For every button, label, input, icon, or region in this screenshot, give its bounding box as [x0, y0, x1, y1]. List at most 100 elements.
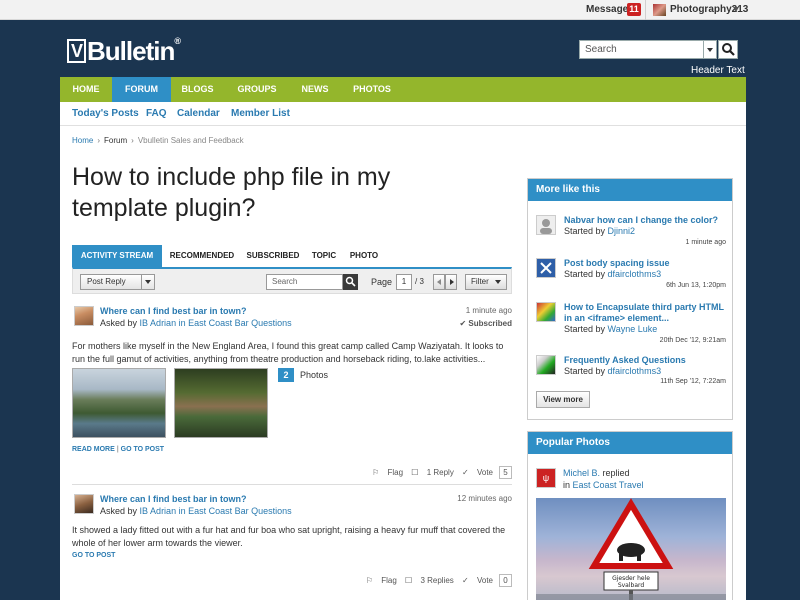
chevron-down-icon[interactable] [141, 275, 154, 289]
tab-news[interactable]: NEWS [290, 77, 340, 102]
thread-starter: Started by Djinni2 [564, 226, 635, 236]
user-avatar[interactable] [653, 4, 666, 16]
tab-activity-stream[interactable]: ACTIVITY STREAM [72, 245, 162, 267]
tab-topic[interactable]: TOPIC [304, 245, 344, 267]
site-logo[interactable]: V Bulletin® [67, 36, 181, 67]
post-divider [72, 484, 512, 485]
view-more-button[interactable]: View more [536, 391, 590, 408]
search-icon [345, 276, 356, 287]
vote-label: Vote [476, 468, 493, 477]
flag-button[interactable]: ⚐ Flag [372, 468, 403, 477]
chevron-down-icon[interactable] [733, 7, 739, 12]
started-by-label: Started by [564, 366, 606, 376]
post-author-line: Asked by IB Adrian in East Coast Bar Que… [100, 506, 292, 516]
messages-count-badge[interactable]: 11 [627, 3, 641, 16]
post-author-line: Asked by IB Adrian in East Coast Bar Que… [100, 318, 292, 328]
read-more-link[interactable]: READ MORE [72, 446, 115, 453]
page-title: How to include php file in my template p… [72, 163, 391, 222]
thread-starter: Started by Wayne Luke [564, 324, 657, 334]
tab-groups[interactable]: GROUPS [224, 77, 290, 102]
vbulletin-emblem-icon [540, 262, 552, 274]
avatar[interactable] [536, 355, 556, 375]
flag-button[interactable]: ⚐ Flag [366, 576, 397, 585]
avatar[interactable] [536, 302, 556, 322]
popular-photo[interactable]: Gjesder hele Svalbard [536, 498, 726, 600]
vote-count: 5 [499, 466, 512, 479]
avatar[interactable] [536, 215, 556, 235]
avatar[interactable] [74, 306, 94, 326]
stream-toolbar: Post Reply Search Page 1 / 3 Filter [72, 267, 512, 294]
go-to-post-link[interactable]: GO TO POST [72, 552, 115, 559]
flag-label: Flag [387, 468, 404, 477]
photo-user-link[interactable]: Michel B. [563, 468, 600, 478]
filter-button[interactable]: Filter [465, 274, 507, 290]
stream-search-input[interactable]: Search [266, 274, 343, 290]
widget-title: Popular Photos [528, 432, 732, 454]
topbar-divider [645, 0, 646, 20]
tab-forum[interactable]: FORUM [112, 77, 171, 102]
tab-subscribed[interactable]: SUBSCRIBED [242, 245, 304, 267]
tab-recommended[interactable]: RECOMMENDED [162, 245, 242, 267]
page-number-input[interactable]: 1 [396, 274, 412, 290]
tab-photo[interactable]: PHOTO [344, 245, 384, 267]
breadcrumb-current: Vbulletin Sales and Feedback [137, 136, 244, 145]
activity-location-line: in East Coast Travel [563, 480, 644, 490]
thread-date: 6th Jun 13, 1:20pm [666, 282, 726, 289]
thread-title[interactable]: Frequently Asked Questions [564, 355, 724, 366]
breadcrumb-forum[interactable]: Forum [104, 136, 127, 145]
thread-author-link[interactable]: dfairclothms3 [608, 269, 662, 279]
vote-button[interactable]: ✓ Vote [462, 576, 493, 585]
widget-title: More like this [528, 179, 732, 201]
post-title[interactable]: Where can I find best bar in town? [100, 306, 247, 316]
post-title[interactable]: Where can I find best bar in town? [100, 494, 247, 504]
stream-search-button[interactable] [343, 274, 358, 290]
thread-title[interactable]: Post body spacing issue [564, 258, 724, 269]
logo-v: V [67, 39, 87, 63]
prev-page-button[interactable] [433, 274, 445, 290]
search-button[interactable] [718, 40, 738, 59]
breadcrumb-home[interactable]: Home [72, 136, 93, 145]
post-photo[interactable] [174, 368, 268, 438]
logo-text: Bulletin [87, 36, 175, 66]
subnav-member-list[interactable]: Member List [231, 108, 290, 119]
subnav-todays-posts[interactable]: Today's Posts [72, 108, 139, 119]
thread-date: 1 minute ago [685, 239, 726, 246]
post-links: READ MORE | GO TO POST [72, 446, 164, 453]
avatar[interactable]: ψ [536, 468, 556, 488]
thread-title[interactable]: How to Encapsulate third party HTML in a… [564, 302, 724, 324]
thread-starter: Started by dfairclothms3 [564, 269, 661, 279]
photos-count-badge[interactable]: 2 [278, 368, 294, 382]
thread-author-link[interactable]: dfairclothms3 [608, 366, 662, 376]
vote-button[interactable]: ✓ Vote [462, 468, 493, 477]
subnav-faq[interactable]: FAQ [146, 108, 167, 119]
avatar[interactable] [74, 494, 94, 514]
tab-blogs[interactable]: BLOGS [171, 77, 224, 102]
post-author-link[interactable]: IB Adrian in East Coast Bar Questions [140, 318, 292, 328]
go-to-post-link[interactable]: GO TO POST [121, 446, 164, 453]
subscribed-status[interactable]: ✔ Subscribed [460, 319, 513, 328]
thread-author-link[interactable]: Djinni2 [608, 226, 636, 236]
page-label: Page [371, 277, 393, 287]
thread-title[interactable]: Nabvar how can I change the color? [564, 215, 724, 226]
header-search-input[interactable]: Search [579, 40, 704, 59]
vote-count: 0 [499, 574, 512, 587]
post-reply-button[interactable]: Post Reply [80, 274, 155, 290]
tab-photos[interactable]: PHOTOS [340, 77, 404, 102]
thread-author-link[interactable]: Wayne Luke [608, 324, 658, 334]
breadcrumb: Home › Forum › Vbulletin Sales and Feedback [72, 136, 244, 145]
subnav-calendar[interactable]: Calendar [177, 108, 220, 119]
vote-label: Vote [476, 576, 493, 585]
tab-home[interactable]: HOME [60, 77, 112, 102]
post-photo[interactable] [72, 368, 166, 438]
reply-button[interactable]: ☐ 3 Replies [405, 576, 454, 585]
search-options-dropdown[interactable] [704, 40, 717, 59]
next-page-button[interactable] [445, 274, 457, 290]
sign-line-1: Gjesder hele [612, 575, 650, 582]
avatar[interactable] [536, 258, 556, 278]
photo-location-link[interactable]: East Coast Travel [573, 480, 644, 490]
reply-button[interactable]: ☐ 1 Reply [411, 468, 454, 477]
user-bar: Messages 11 Photography213 [0, 0, 800, 20]
polar-bear-sign-icon: Gjesder hele Svalbard [536, 498, 726, 600]
post-reply-label: Post Reply [87, 277, 126, 286]
post-author-link[interactable]: IB Adrian in East Coast Bar Questions [140, 506, 292, 516]
